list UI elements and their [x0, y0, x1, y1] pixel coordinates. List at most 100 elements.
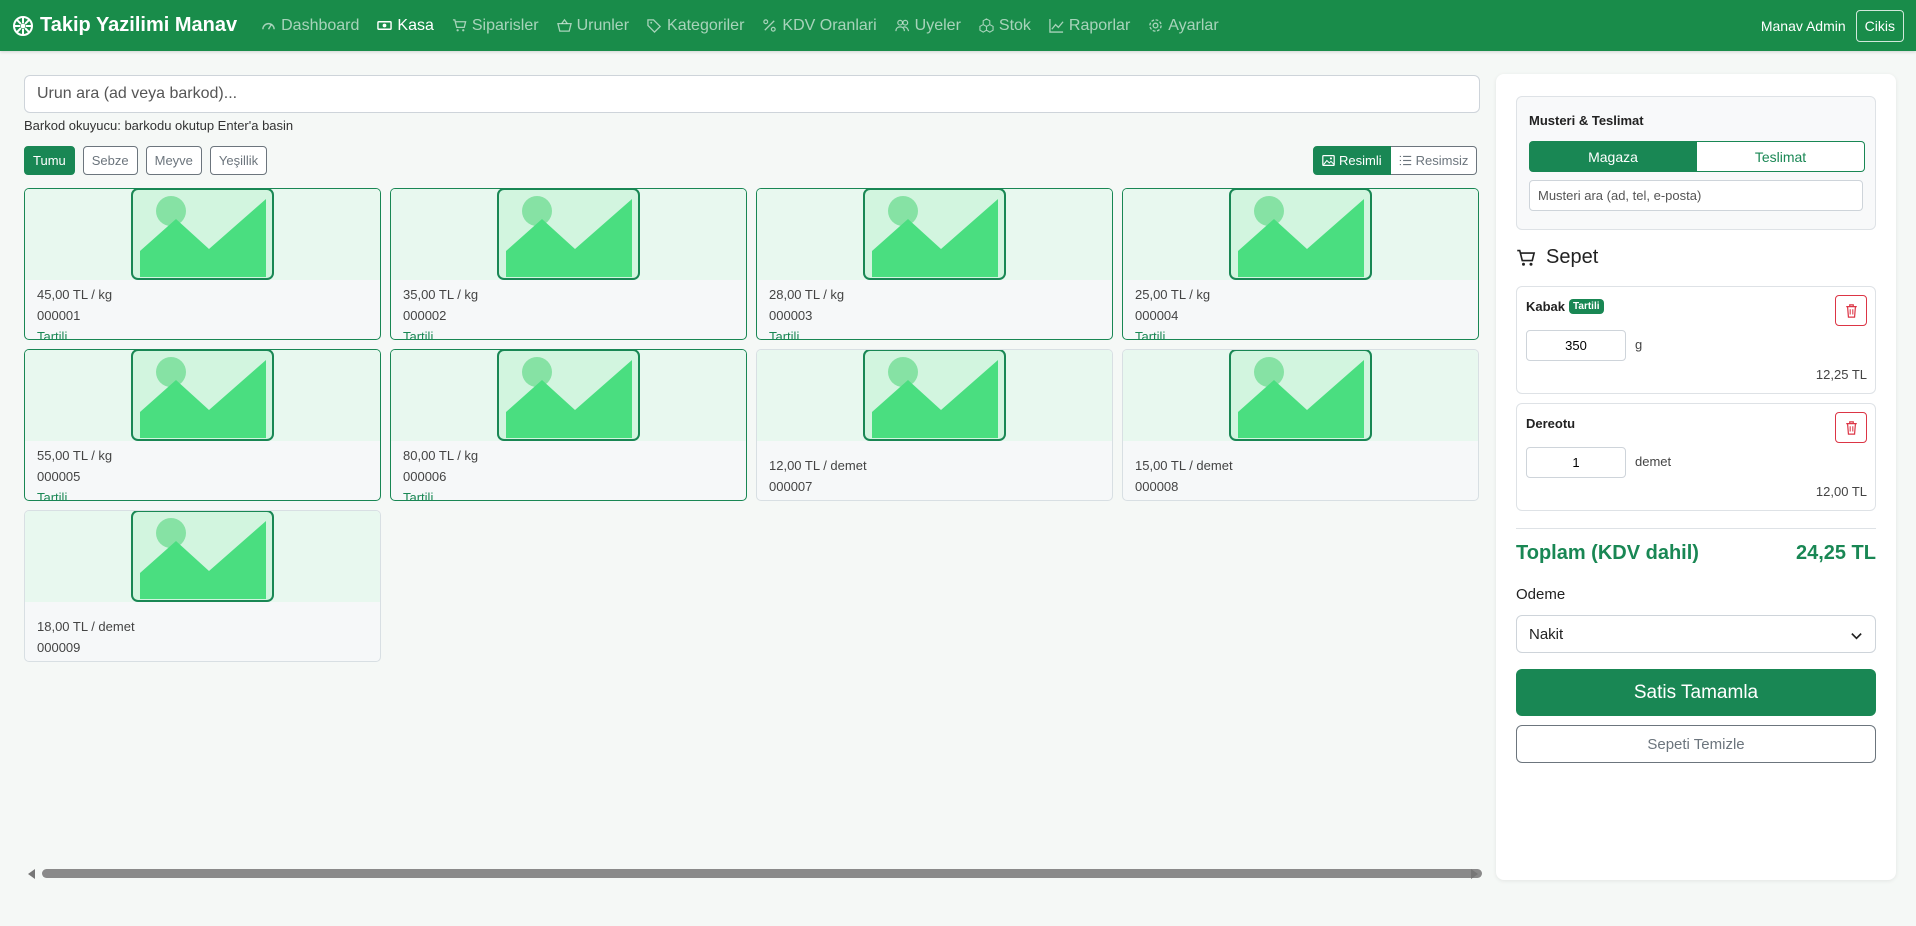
- cart-item-name-row: Kabak Tartili: [1526, 299, 1604, 314]
- boxes-icon: [979, 18, 994, 33]
- weighed-tag: Tartili: [769, 329, 800, 340]
- user-name: Manav Admin: [1760, 17, 1846, 34]
- product-price: 80,00 TL / kg: [403, 448, 479, 463]
- product-image: [25, 511, 380, 602]
- complete-sale-button[interactable]: Satis Tamamla: [1516, 669, 1876, 716]
- customer-delivery-title: Musteri & Teslimat: [1529, 113, 1644, 128]
- product-code: 000007: [769, 479, 813, 494]
- cart-item-name: Dereotu: [1526, 416, 1576, 431]
- tab-delivery[interactable]: Teslimat: [1697, 141, 1865, 172]
- image-placeholder-icon: [131, 350, 274, 441]
- product-card[interactable]: 55,00 TL / kg 000005 Tartili: [24, 349, 381, 501]
- delivery-toggle: Magaza Teslimat: [1529, 141, 1865, 172]
- product-search-input[interactable]: [24, 75, 1480, 113]
- image-icon: [1322, 155, 1335, 166]
- payment-selected-value: Nakit: [1529, 625, 1564, 643]
- flower-icon: [13, 15, 33, 36]
- nav-item-label: Kategoriler: [667, 16, 745, 34]
- nav-item-ayarlar[interactable]: Ayarlar: [1148, 16, 1219, 35]
- product-image: [391, 350, 746, 441]
- product-code: 000008: [1135, 479, 1179, 494]
- nav-item-urunler[interactable]: Urunler: [556, 17, 629, 35]
- view-without-image-button[interactable]: Resimsiz: [1390, 146, 1478, 175]
- remove-item-button[interactable]: [1835, 412, 1867, 443]
- image-placeholder-icon: [497, 189, 640, 280]
- cash-icon: [377, 21, 393, 30]
- image-placeholder-icon: [497, 350, 640, 441]
- nav-item-dashboard[interactable]: Dashboard: [261, 17, 359, 35]
- payment-select[interactable]: Nakit: [1516, 615, 1876, 653]
- percent-icon: [763, 19, 777, 32]
- quantity-unit: demet: [1635, 454, 1672, 469]
- quantity-input[interactable]: [1526, 330, 1626, 361]
- weighed-tag: Tartili: [37, 490, 68, 501]
- logout-button[interactable]: Cikis: [1855, 9, 1904, 42]
- product-image: [1123, 189, 1478, 280]
- product-card-body: 25,00 TL / kg 000004 Tartili: [1123, 280, 1478, 339]
- view-with-image-label: Resimli: [1339, 153, 1382, 168]
- remove-item-button[interactable]: [1835, 295, 1867, 326]
- product-price: 15,00 TL / demet: [1135, 458, 1233, 473]
- filter-vegetable-button[interactable]: Sebze: [82, 146, 138, 175]
- product-card[interactable]: 18,00 TL / demet 000009: [24, 510, 381, 662]
- nav-item-siparisler[interactable]: Siparisler: [452, 17, 539, 35]
- image-placeholder-icon: [1229, 189, 1372, 280]
- product-image: [1123, 350, 1478, 441]
- cart-icon: [1517, 249, 1536, 266]
- total-row: Toplam (KDV dahil) 24,25 TL: [1516, 542, 1876, 565]
- filter-all-button[interactable]: Tumu: [24, 146, 75, 175]
- view-toggle: Resimli Resimsiz: [1313, 146, 1478, 175]
- quantity-unit: g: [1635, 337, 1643, 352]
- view-with-image-button[interactable]: Resimli: [1313, 146, 1391, 175]
- nav-item-raporlar[interactable]: Raporlar: [1049, 17, 1130, 35]
- brand[interactable]: Takip Yazilimi Manav: [12, 14, 237, 37]
- divider: [1516, 528, 1876, 529]
- image-placeholder-icon: [863, 350, 1006, 441]
- nav-item-stok[interactable]: Stok: [979, 17, 1031, 35]
- product-card[interactable]: 28,00 TL / kg 000003 Tartili: [756, 188, 1113, 340]
- cart-item-name-row: Dereotu: [1526, 416, 1575, 431]
- line-total: 12,00 TL: [1815, 484, 1867, 499]
- scroll-left-arrow[interactable]: [28, 869, 35, 879]
- product-card[interactable]: 35,00 TL / kg 000002 Tartili: [390, 188, 747, 340]
- list-icon: [1399, 155, 1411, 166]
- scroll-right-arrow[interactable]: [1471, 869, 1478, 879]
- nav-item-uyeler[interactable]: Uyeler: [894, 17, 961, 35]
- image-placeholder-icon: [131, 511, 274, 602]
- product-code: 000003: [769, 308, 813, 323]
- scrollbar-thumb[interactable]: [42, 869, 1482, 878]
- weighed-badge: Tartili: [1569, 299, 1604, 314]
- filter-fruit-button[interactable]: Meyve: [145, 146, 202, 175]
- cart-panel: Musteri & Teslimat Magaza Teslimat Sepet…: [1496, 74, 1896, 880]
- customer-search-input[interactable]: [1529, 180, 1863, 211]
- product-card-body: 55,00 TL / kg 000005 Tartili: [25, 441, 380, 501]
- product-card[interactable]: 80,00 TL / kg 000006 Tartili: [390, 349, 747, 501]
- nav-item-label: Raporlar: [1068, 16, 1131, 34]
- cart-icon: [452, 19, 467, 32]
- cart-heading: Sepet: [1516, 246, 1598, 269]
- nav-item-label: Kasa: [397, 16, 434, 34]
- barcode-hint: Barkod okuyucu: barkodu okutup Enter'a b…: [24, 118, 294, 133]
- product-price: 35,00 TL / kg: [403, 287, 479, 302]
- nav-item-kdv-oranlari[interactable]: KDV Oranlari: [762, 17, 877, 35]
- category-filters: Tumu Sebze Meyve Yeşillik: [24, 146, 268, 175]
- tab-store[interactable]: Magaza: [1529, 141, 1697, 172]
- product-card-body: 80,00 TL / kg 000006 Tartili: [391, 441, 746, 500]
- total-value: 24,25 TL: [1795, 542, 1876, 564]
- quantity-input[interactable]: [1526, 447, 1626, 478]
- nav-item-kategoriler[interactable]: Kategoriler: [647, 17, 744, 35]
- filter-greens-button[interactable]: Yeşillik: [209, 146, 268, 175]
- product-card[interactable]: 45,00 TL / kg 000001 Tartili: [24, 188, 381, 340]
- product-card[interactable]: 15,00 TL / demet 000008: [1122, 349, 1479, 501]
- cart-item-name: Kabak: [1526, 299, 1566, 314]
- product-card[interactable]: 12,00 TL / demet 000007: [756, 349, 1113, 501]
- clear-cart-button[interactable]: Sepeti Temizle: [1516, 725, 1876, 763]
- horizontal-scrollbar[interactable]: [24, 866, 1482, 880]
- product-image: [391, 189, 746, 280]
- weighed-tag: Tartili: [403, 329, 434, 340]
- product-card[interactable]: 25,00 TL / kg 000004 Tartili: [1122, 188, 1479, 340]
- nav-item-kasa[interactable]: Kasa: [377, 16, 434, 35]
- gear-icon: [1149, 19, 1163, 32]
- product-price: 45,00 TL / kg: [37, 287, 113, 302]
- nav-item-label: Ayarlar: [1168, 16, 1219, 34]
